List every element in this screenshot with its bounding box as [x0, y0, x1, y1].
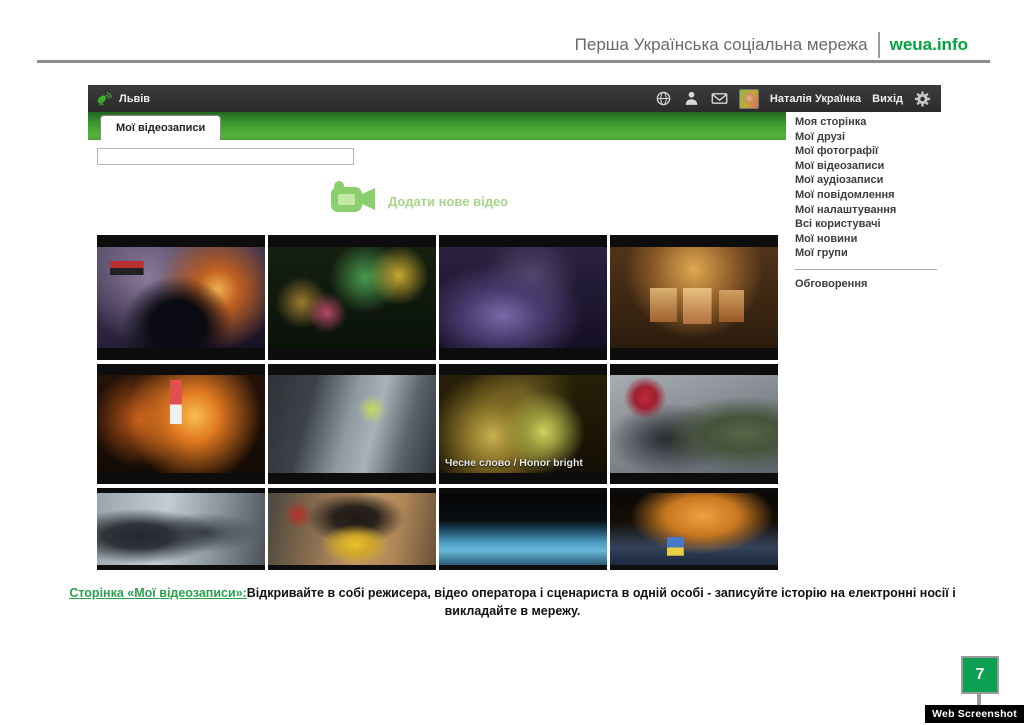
app-window: Львів [88, 85, 941, 570]
page-number-badge: 7 [961, 656, 999, 694]
site-title: Перша Українська соціальна мережа [575, 35, 868, 55]
video-thumb-night-street-smoke-image [439, 247, 607, 348]
video-caption: Чесне слово / Honor bright [445, 457, 583, 469]
add-video-label: Додати нове відео [388, 194, 508, 209]
sidebar-item-my-audio[interactable]: Мої аудіозаписи [795, 173, 941, 188]
search-input[interactable] [97, 148, 354, 165]
tab-label: Мої відеозаписи [116, 122, 205, 134]
video-thumb-burning-barricade[interactable] [97, 364, 265, 484]
site-header: Перша Українська соціальна мережа weua.i… [575, 32, 968, 58]
add-video-button[interactable]: Додати нове відео [330, 180, 508, 222]
video-thumb-group-discussion[interactable] [610, 364, 778, 484]
gear-icon[interactable] [914, 90, 931, 107]
video-thumb-blue-lit-crowd-image [439, 493, 607, 565]
video-thumb-winter-crowd-image [97, 493, 265, 565]
video-thumb-night-crowd-stage[interactable] [268, 235, 436, 360]
video-thumb-blue-lit-crowd[interactable] [439, 488, 607, 570]
sidebar-item-all-users[interactable]: Всі користувачі [795, 217, 941, 232]
video-thumb-people-with-posters[interactable] [610, 235, 778, 360]
tab-bar: Мої відеозаписи [88, 112, 786, 140]
video-thumb-fire-night-protest[interactable] [97, 235, 265, 360]
video-thumb-yellow-scarf-protester-image [268, 493, 436, 565]
brand-logo: weua.info [890, 35, 968, 55]
satellite-icon [96, 90, 113, 107]
content-column: Мої відеозаписи Додати нове відео [88, 112, 786, 570]
sidebar-list: Моя сторінкаМої друзіМої фотографіїМої в… [795, 115, 941, 261]
sidebar-divider [795, 269, 937, 270]
sidebar-item-my-videos[interactable]: Мої відеозаписи [795, 159, 941, 174]
video-thumb-fire-night-protest-image [97, 247, 265, 348]
topbar-left: Львів [96, 90, 150, 107]
tab-my-videos[interactable]: Мої відеозаписи [100, 115, 221, 140]
sidebar-item-my-page[interactable]: Моя сторінка [795, 115, 941, 130]
video-thumb-night-crowd-stage-image [268, 247, 436, 348]
caption: Сторінка «Мої відеозаписи»:Відкривайте в… [60, 584, 965, 620]
city-label[interactable]: Львів [119, 93, 150, 105]
video-thumb-maidan-square-night[interactable] [610, 488, 778, 570]
sidebar-item-my-friends[interactable]: Мої друзі [795, 130, 941, 145]
header-divider [878, 32, 880, 58]
video-thumb-winter-crowd[interactable] [97, 488, 265, 570]
sidebar-item-my-messages[interactable]: Мої повідомлення [795, 188, 941, 203]
page: Перша Українська соціальна мережа weua.i… [0, 0, 1024, 725]
avatar[interactable] [739, 89, 759, 109]
video-thumb-people-with-posters-image [610, 247, 778, 348]
video-thumb-winter-barricade-image [268, 375, 436, 473]
sidebar-item-discussions[interactable]: Обговорення [795, 277, 941, 292]
user-name[interactable]: Наталія Українка [770, 93, 861, 105]
topbar-right: Наталія Українка Вихід [655, 89, 931, 109]
header-rule [37, 60, 990, 63]
sidebar-item-my-settings[interactable]: Мої налаштування [795, 203, 941, 218]
caption-link[interactable]: Сторінка «Мої відеозаписи»: [69, 586, 246, 600]
video-grid: Чесне слово / Honor bright [97, 235, 778, 570]
sidebar-item-my-news[interactable]: Мої новини [795, 232, 941, 247]
video-thumb-maidan-square-night-image [610, 493, 778, 565]
window-body: Мої відеозаписи Додати нове відео [88, 112, 941, 570]
sidebar-item-my-photos[interactable]: Мої фотографії [795, 144, 941, 159]
sidebar: Моя сторінкаМої друзіМої фотографіїМої в… [786, 112, 941, 292]
app-topbar: Львів [88, 85, 941, 112]
video-thumb-yellow-scarf-protester[interactable] [268, 488, 436, 570]
person-icon[interactable] [683, 90, 700, 107]
caption-text: Відкривайте в собі режисера, відео опера… [247, 586, 956, 618]
mail-icon[interactable] [711, 90, 728, 107]
logout-button[interactable]: Вихід [872, 93, 903, 105]
globe-icon[interactable] [655, 90, 672, 107]
video-thumb-winter-barricade[interactable] [268, 364, 436, 484]
watermark: Web Screenshot [925, 705, 1024, 723]
video-thumb-honor-bright[interactable]: Чесне слово / Honor bright [439, 364, 607, 484]
video-thumb-group-discussion-image [610, 375, 778, 473]
sidebar-item-my-groups[interactable]: Мої групи [795, 246, 941, 261]
video-thumb-night-street-smoke[interactable] [439, 235, 607, 360]
video-thumb-burning-barricade-image [97, 375, 265, 473]
video-camera-icon [330, 180, 377, 222]
